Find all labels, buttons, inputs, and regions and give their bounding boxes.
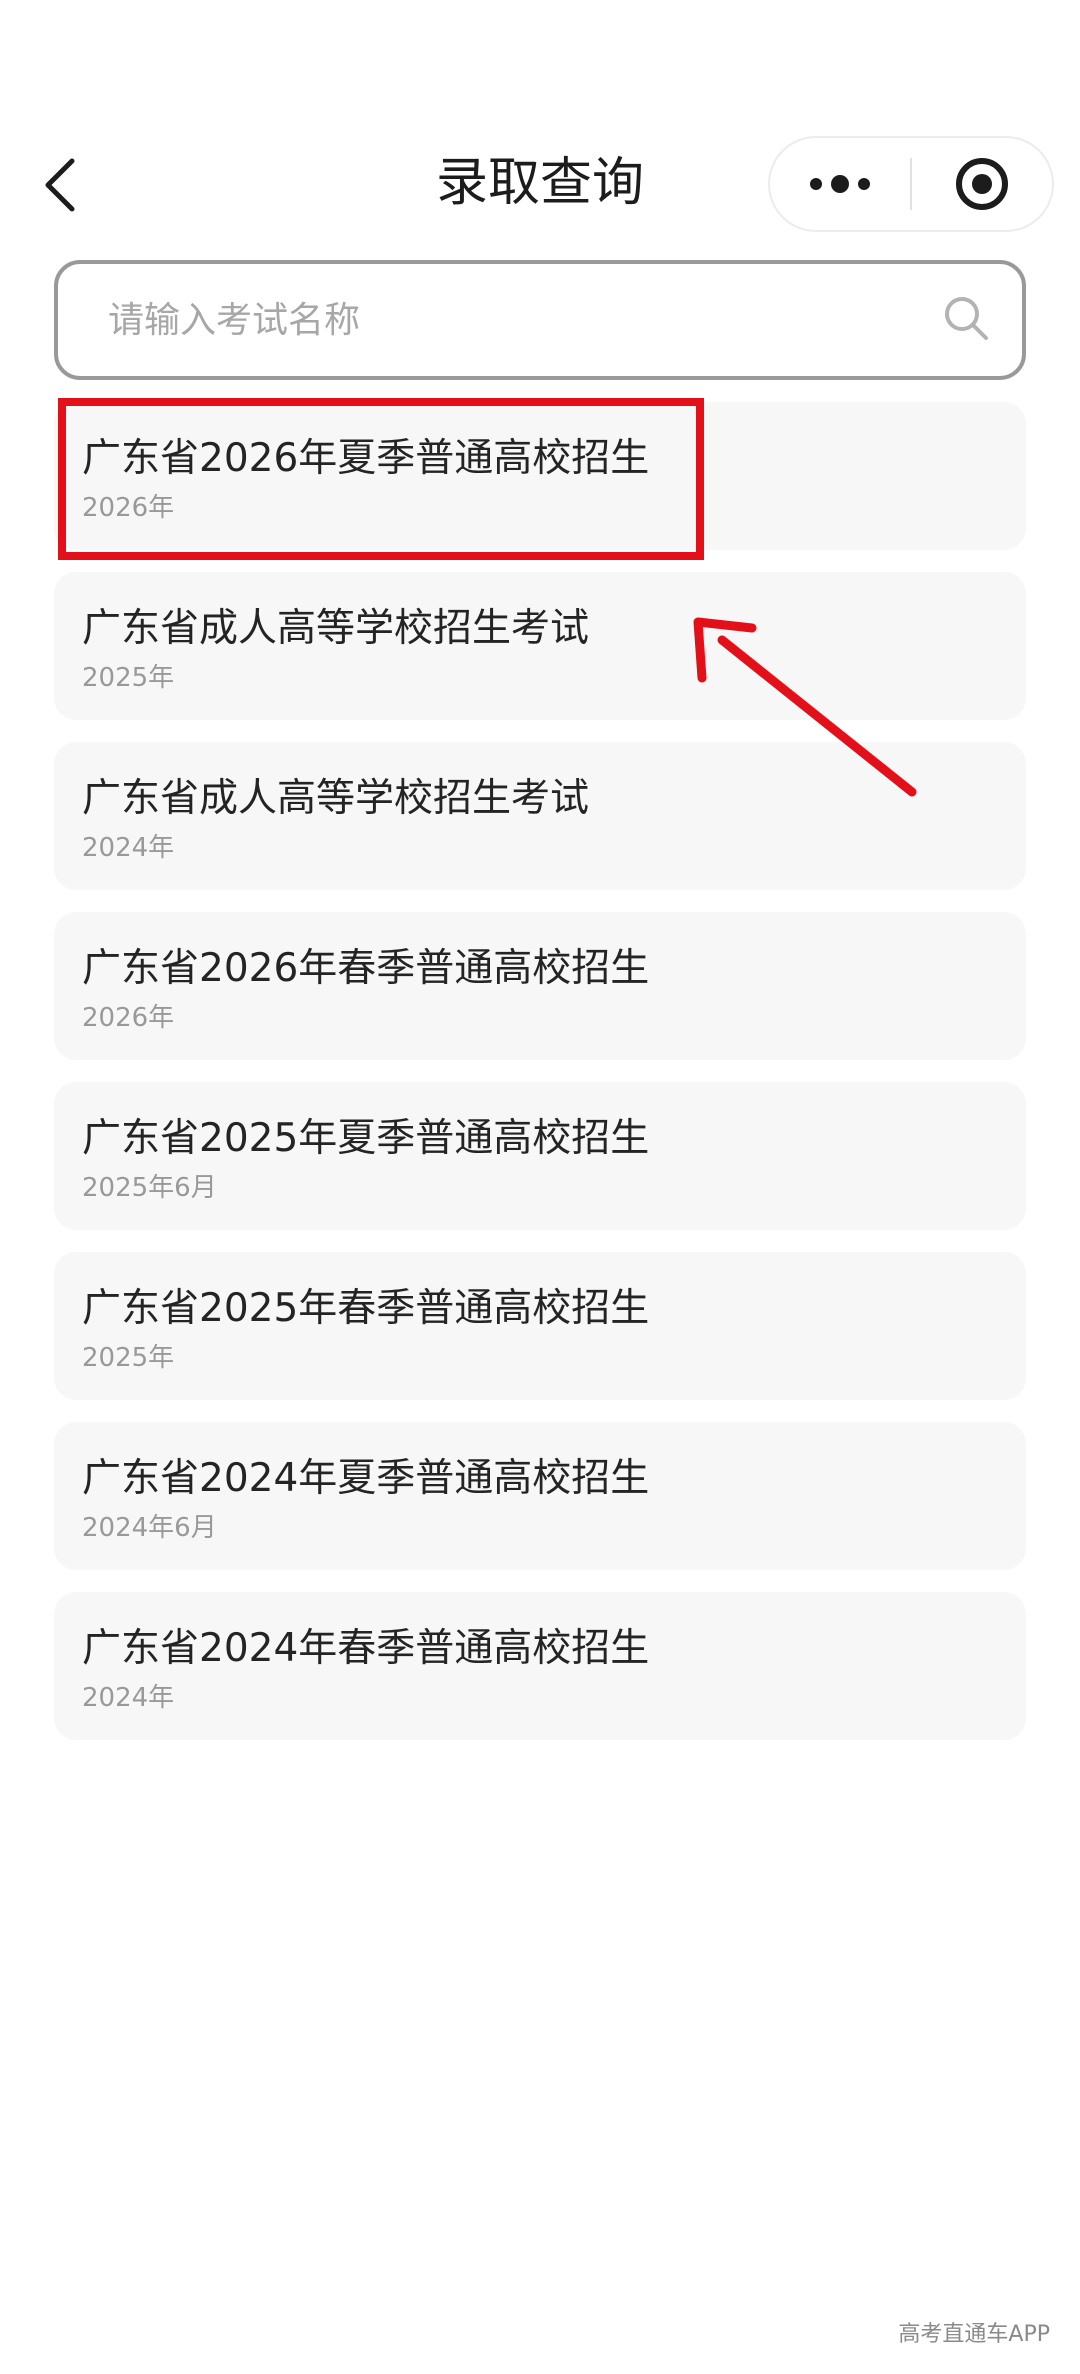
exam-date: 2025年6月 [82,1173,217,1203]
exam-date: 2024年 [82,833,175,863]
nav-bar: 录取查询 [0,130,1080,240]
watermark: 高考直通车APP [898,2322,1050,2347]
exam-date: 2024年6月 [82,1513,217,1543]
miniprogram-capsule [768,136,1054,232]
close-miniprogram-button[interactable] [912,138,1052,230]
exam-title: 广东省2024年春季普通高校招生 [82,1626,650,1671]
exam-list-item[interactable]: 广东省2026年春季普通高校招生 2026年 [54,912,1026,1060]
exam-title: 广东省2025年春季普通高校招生 [82,1286,650,1331]
exam-date: 2024年 [82,1683,175,1713]
exam-list-item[interactable]: 广东省2024年春季普通高校招生 2024年 [54,1592,1026,1740]
exam-list: 广东省2026年夏季普通高校招生 2026年 广东省成人高等学校招生考试 202… [54,402,1026,1762]
more-button[interactable] [770,138,910,230]
exam-list-item[interactable]: 广东省成人高等学校招生考试 2024年 [54,742,1026,890]
search-box [54,260,1026,380]
search-icon[interactable] [938,290,998,350]
exam-list-item[interactable]: 广东省成人高等学校招生考试 2025年 [54,572,1026,720]
chevron-left-icon [45,158,75,212]
exam-date: 2026年 [82,493,175,523]
exam-title: 广东省2026年春季普通高校招生 [82,946,650,991]
exam-date: 2025年 [82,1343,175,1373]
exam-title: 广东省2024年夏季普通高校招生 [82,1456,650,1501]
search-input[interactable] [108,284,888,356]
exam-title: 广东省成人高等学校招生考试 [82,776,590,821]
exam-title: 广东省2025年夏季普通高校招生 [82,1116,650,1161]
exam-title: 广东省2026年夏季普通高校招生 [82,436,650,481]
exam-list-item[interactable]: 广东省2024年夏季普通高校招生 2024年6月 [54,1422,1026,1570]
exam-title: 广东省成人高等学校招生考试 [82,606,590,651]
exam-list-item[interactable]: 广东省2026年夏季普通高校招生 2026年 [54,402,1026,550]
exam-date: 2025年 [82,663,175,693]
exam-list-item[interactable]: 广东省2025年春季普通高校招生 2025年 [54,1252,1026,1400]
exam-list-item[interactable]: 广东省2025年夏季普通高校招生 2025年6月 [54,1082,1026,1230]
exam-date: 2026年 [82,1003,175,1033]
target-icon [956,158,1008,210]
back-button[interactable] [30,150,90,220]
more-dots-icon [810,175,870,193]
